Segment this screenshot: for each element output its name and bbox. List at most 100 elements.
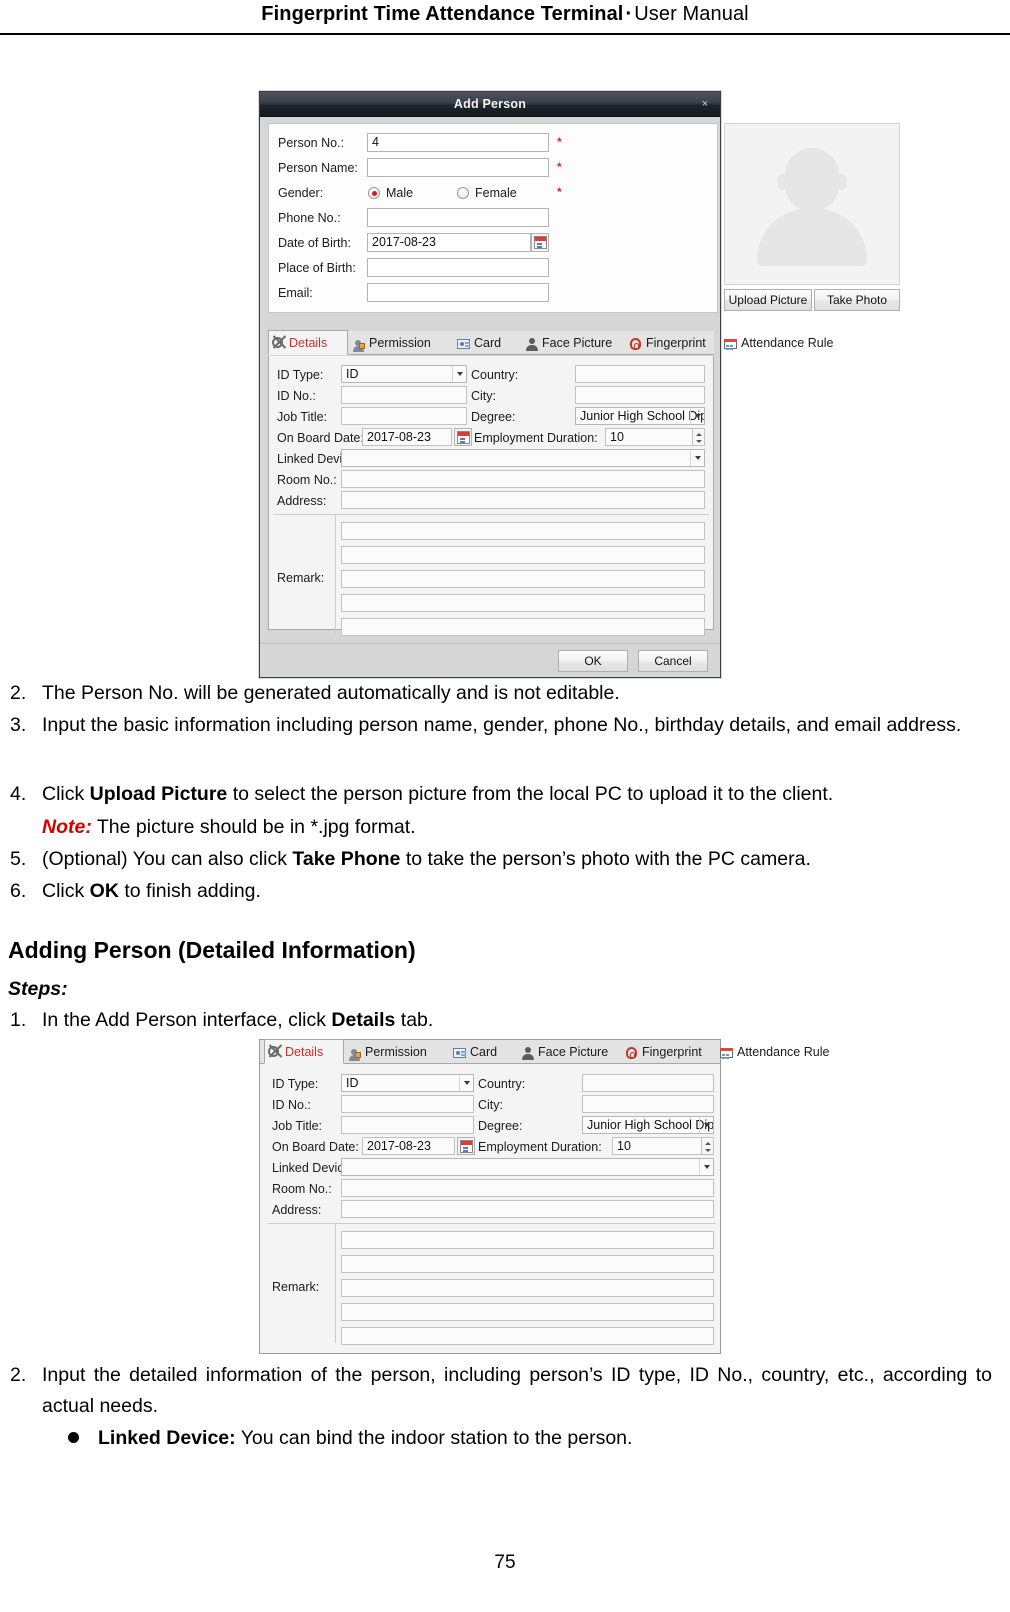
remark-line-5[interactable] <box>341 618 705 636</box>
close-icon[interactable]: × <box>698 97 712 111</box>
tab-card[interactable]: Card <box>454 331 522 355</box>
tab-face-picture[interactable]: Face Picture <box>522 331 626 355</box>
detail-step-2-text: Input the detailed information of the pe… <box>42 1364 992 1417</box>
tab-attendance-rule[interactable]: Attendance Rule <box>721 331 841 355</box>
page-header-title: Fingerprint Time Attendance Terminal · Use… <box>0 0 1010 28</box>
tab-attendance-rule-label: Attendance Rule <box>741 336 834 350</box>
step-4-part-c: to select the person picture from the lo… <box>227 783 834 805</box>
take-photo-button[interactable]: Take Photo <box>814 289 900 311</box>
linked-device-select-standalone[interactable] <box>341 1158 714 1176</box>
id-type-select-standalone[interactable]: ID <box>341 1074 474 1092</box>
degree-value-standalone: Junior High School Diploma <box>587 1118 714 1132</box>
on-board-date-input[interactable]: 2017-08-23 <box>362 428 452 446</box>
bullet-dot-icon <box>68 1432 79 1443</box>
employment-duration-stepper[interactable]: 10 <box>605 428 705 446</box>
photo-button-group: Upload Picture Take Photo <box>724 289 900 311</box>
gear-icon <box>268 1046 279 1057</box>
manual-product-name: Fingerprint Time Attendance Terminal <box>261 3 624 25</box>
linked-device-description: You can bind the indoor station to the p… <box>235 1427 633 1449</box>
city-label-standalone: City: <box>478 1098 503 1112</box>
ok-emphasis: OK <box>89 880 119 902</box>
employment-duration-label: Employment Duration: <box>474 431 598 445</box>
steps-label: Steps: <box>8 978 68 1000</box>
remark-divider-standalone <box>335 1224 336 1343</box>
id-type-label-standalone: ID Type: <box>272 1077 319 1091</box>
upload-picture-button[interactable]: Upload Picture <box>724 289 812 311</box>
job-title-input[interactable] <box>341 407 467 425</box>
stepper-arrows-icon[interactable] <box>701 1138 713 1154</box>
linked-device-emphasis: Linked Device: <box>98 1427 236 1449</box>
on-board-date-calendar-icon[interactable] <box>454 428 472 446</box>
tab-attendance-rule-standalone[interactable]: Attendance Rule <box>717 1040 837 1064</box>
address-input[interactable] <box>341 491 705 509</box>
person-name-label: Person Name: <box>278 161 358 175</box>
tab-fingerprint-standalone[interactable]: Fingerprint <box>622 1040 717 1064</box>
tab-fingerprint[interactable]: Fingerprint <box>626 331 721 355</box>
remark-line-5-standalone[interactable] <box>341 1327 714 1345</box>
gender-female-radio[interactable] <box>457 187 469 199</box>
remark-line-2-standalone[interactable] <box>341 1255 714 1273</box>
country-label-standalone: Country: <box>478 1077 526 1091</box>
fingerprint-icon <box>624 1045 638 1059</box>
step-6-number: 6. <box>10 880 27 902</box>
room-no-input[interactable] <box>341 470 705 488</box>
person-icon <box>524 336 538 351</box>
date-of-birth-input[interactable]: 2017-08-23 <box>367 233 531 252</box>
remark-line-3[interactable] <box>341 570 705 588</box>
city-input-standalone[interactable] <box>582 1095 714 1113</box>
place-of-birth-input[interactable] <box>367 258 549 277</box>
address-input-standalone[interactable] <box>341 1200 714 1218</box>
phone-no-input[interactable] <box>367 208 549 227</box>
chevron-down-icon <box>457 372 463 376</box>
room-no-input-standalone[interactable] <box>341 1179 714 1197</box>
person-name-input[interactable] <box>367 158 549 177</box>
section-divider <box>273 514 709 515</box>
id-no-input-standalone[interactable] <box>341 1095 474 1113</box>
remark-line-3-standalone[interactable] <box>341 1279 714 1297</box>
tab-permission-label-standalone: Permission <box>365 1045 427 1059</box>
step-6-text: Click OK to finish adding. <box>42 876 992 907</box>
on-board-date-input-standalone[interactable]: 2017-08-23 <box>362 1137 455 1155</box>
tab-details-standalone[interactable]: Details <box>264 1039 344 1064</box>
degree-select[interactable]: Junior High School Diploma <box>575 407 705 425</box>
section-heading: Adding Person (Detailed Information) <box>8 937 416 963</box>
remark-divider <box>335 515 336 634</box>
email-input[interactable] <box>367 283 549 302</box>
step-2-number: 2. <box>10 682 27 704</box>
employment-duration-stepper-standalone[interactable]: 10 <box>612 1137 714 1155</box>
id-type-select[interactable]: ID <box>341 365 467 383</box>
country-input[interactable] <box>575 365 705 383</box>
tab-bar-standalone: Details Permission Card Face Picture Fin… <box>260 1039 829 1064</box>
tab-permission[interactable]: Permission <box>349 331 454 355</box>
on-board-date-label-standalone: On Board Date: <box>272 1140 359 1154</box>
chevron-down-icon <box>704 1165 710 1169</box>
remark-line-4[interactable] <box>341 594 705 612</box>
id-no-input[interactable] <box>341 386 467 404</box>
tab-details[interactable]: Details <box>268 330 348 355</box>
country-input-standalone[interactable] <box>582 1074 714 1092</box>
tab-permission-standalone[interactable]: Permission <box>345 1040 450 1064</box>
remark-line-4-standalone[interactable] <box>341 1303 714 1321</box>
remark-line-1[interactable] <box>341 522 705 540</box>
city-input[interactable] <box>575 386 705 404</box>
ok-button[interactable]: OK <box>558 650 628 672</box>
degree-select-standalone[interactable]: Junior High School Diploma <box>582 1116 714 1134</box>
gender-male-radio[interactable] <box>368 187 380 199</box>
gender-male-label[interactable]: Male <box>386 186 413 200</box>
on-board-date-calendar-icon[interactable] <box>457 1137 475 1155</box>
date-of-birth-calendar-icon[interactable] <box>531 233 549 252</box>
remark-line-2[interactable] <box>341 546 705 564</box>
job-title-input-standalone[interactable] <box>341 1116 474 1134</box>
tab-face-picture-standalone[interactable]: Face Picture <box>518 1040 622 1064</box>
person-no-input[interactable]: 4 <box>367 133 549 152</box>
chevron-down-icon <box>704 1123 710 1127</box>
gender-female-label[interactable]: Female <box>475 186 517 200</box>
cancel-button[interactable]: Cancel <box>638 650 708 672</box>
header-divider <box>0 33 1010 35</box>
remark-line-1-standalone[interactable] <box>341 1231 714 1249</box>
stepper-arrows-icon[interactable] <box>692 429 704 445</box>
tab-card-standalone[interactable]: Card <box>450 1040 518 1064</box>
linked-device-select[interactable] <box>341 449 705 467</box>
detail-step-1-part-a: In the Add Person interface, click <box>42 1009 332 1031</box>
id-type-label: ID Type: <box>277 368 324 382</box>
